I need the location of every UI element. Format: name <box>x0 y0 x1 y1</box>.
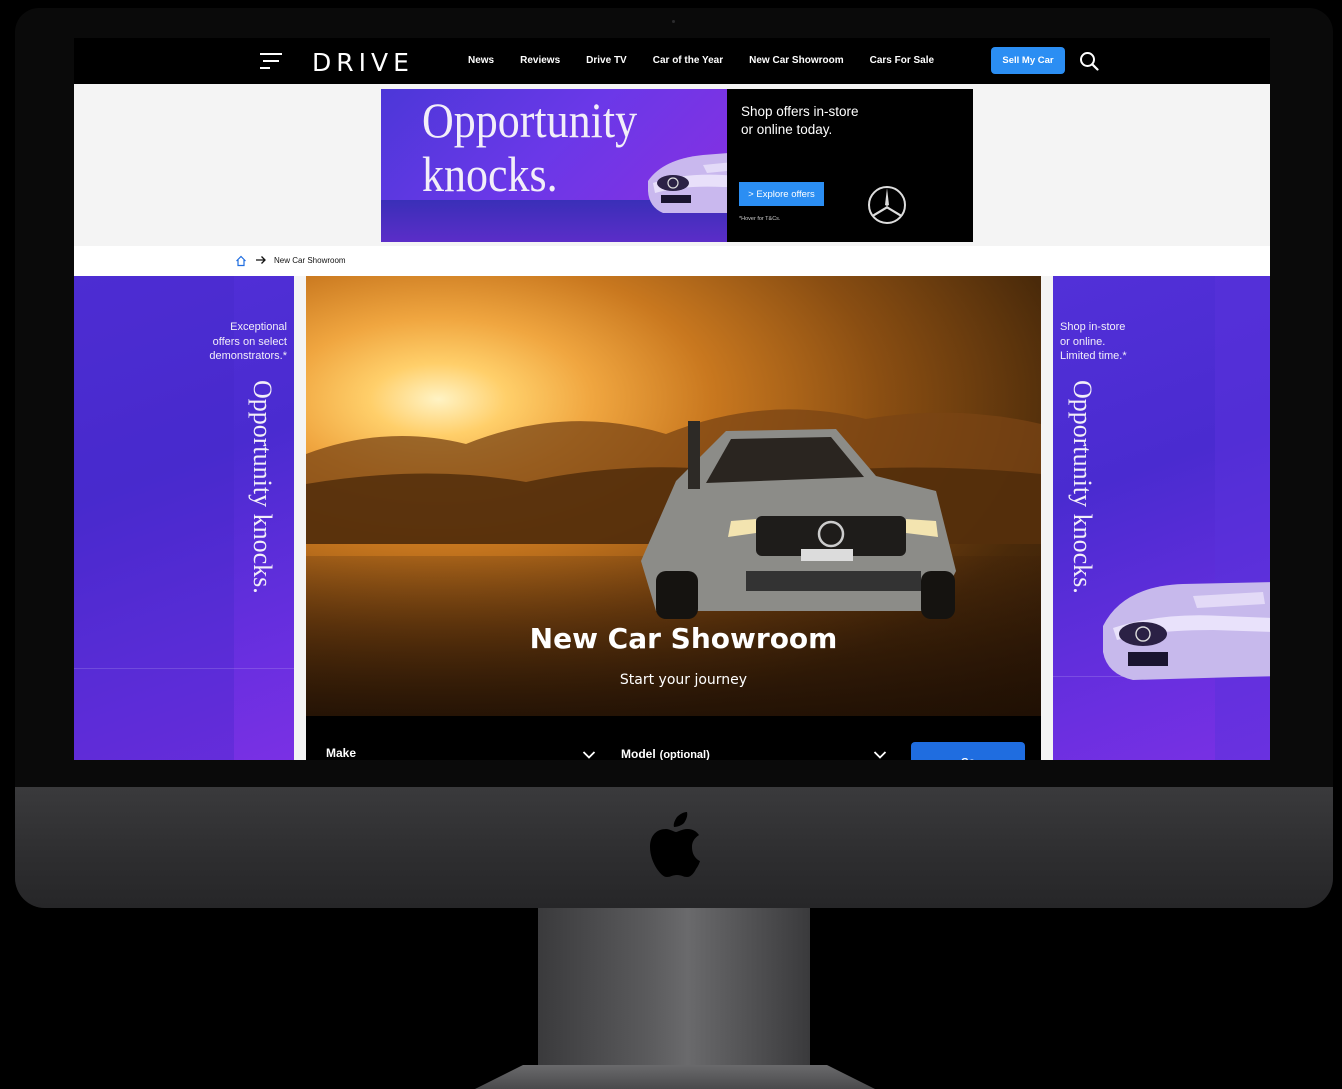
leaderboard-ad-area: Opportunity knocks. Shop offers in-store… <box>74 84 1270 246</box>
mercedes-logo-icon <box>868 186 906 224</box>
explore-offers-button[interactable]: > Explore offers <box>739 182 824 206</box>
nav-reviews[interactable]: Reviews <box>520 55 560 66</box>
breadcrumb-current: New Car Showroom <box>274 256 346 265</box>
ad-tc-note[interactable]: *Hover for T&Cs. <box>739 216 780 222</box>
leaderboard-ad[interactable]: Opportunity knocks. Shop offers in-store… <box>381 89 973 242</box>
menu-icon[interactable] <box>260 53 282 69</box>
camera-dot <box>672 20 675 23</box>
right-ad-copy: Shop in-store or online. Limited time.* <box>1060 320 1127 364</box>
left-ad-copy: Exceptional offers on select demonstrato… <box>209 320 287 364</box>
ad-floor-line <box>74 668 294 669</box>
arrow-right-icon <box>256 256 266 264</box>
browser-viewport: DRIVE News Reviews Drive TV Car of the Y… <box>74 38 1270 760</box>
model-optional-label: (optional) <box>659 749 710 760</box>
left-ad-copy-line1: Exceptional <box>230 321 287 333</box>
ad-headline-line1: Opportunity <box>422 92 638 148</box>
ad-copy-line2: or online today. <box>741 122 833 137</box>
vehicle-search-bar: Make Model(optional) Go <box>306 716 1041 760</box>
hero-subtitle: Start your journey <box>619 672 748 688</box>
ad-copy-line1: Shop offers in-store <box>741 104 859 119</box>
drive-logo[interactable]: DRIVE <box>312 48 414 77</box>
nav-drive-tv[interactable]: Drive TV <box>586 55 627 66</box>
make-select[interactable]: Make <box>326 746 356 760</box>
right-skyscraper-ad[interactable]: Shop in-store or online. Limited time.* … <box>1053 276 1270 760</box>
left-skyscraper-ad[interactable]: Exceptional offers on select demonstrato… <box>74 276 294 760</box>
right-ad-vertical-headline: Opportunity knocks. <box>1068 380 1097 594</box>
hero-title: New Car Showroom <box>529 622 838 655</box>
ad-headline-line2: knocks. <box>422 146 558 202</box>
nav-cars-for-sale[interactable]: Cars For Sale <box>870 55 934 66</box>
breadcrumb: New Car Showroom <box>74 246 1270 276</box>
car-image <box>648 153 727 213</box>
ad-copy: Shop offers in-store or online today. <box>741 103 891 139</box>
nav-news[interactable]: News <box>468 55 494 66</box>
ad-image-panel: Opportunity knocks. <box>381 89 727 242</box>
model-select-label: Model <box>621 747 656 760</box>
search-icon[interactable] <box>1079 51 1099 71</box>
hero-banner: New Car Showroom Start your journey <box>306 276 1041 716</box>
nav-car-of-the-year[interactable]: Car of the Year <box>653 55 723 66</box>
site-header: DRIVE News Reviews Drive TV Car of the Y… <box>74 38 1270 84</box>
main-nav: News Reviews Drive TV Car of the Year Ne… <box>468 55 960 66</box>
apple-logo-icon <box>650 812 700 877</box>
sell-my-car-button[interactable]: Sell My Car <box>991 47 1065 74</box>
car-image <box>1103 582 1270 680</box>
left-ad-vertical-headline: Opportunity knocks. <box>248 380 277 594</box>
right-ad-copy-line3: Limited time.* <box>1060 350 1127 362</box>
right-ad-copy-line2: or online. <box>1060 335 1106 348</box>
left-ad-copy-line3: demonstrators.* <box>209 350 287 362</box>
ad-copy-panel: Shop offers in-store or online today. > … <box>727 89 973 242</box>
truck-image <box>641 421 956 619</box>
model-select[interactable]: Model (optional) <box>621 747 710 760</box>
right-ad-copy-line1: Shop in-store <box>1060 321 1126 333</box>
make-select-label: Make <box>326 746 357 760</box>
monitor-foot <box>475 1065 875 1089</box>
monitor-stand <box>538 908 810 1089</box>
ad-headline: Opportunity knocks. <box>422 93 637 201</box>
left-ad-copy-line2: offers on select <box>212 335 287 348</box>
home-icon[interactable] <box>235 255 247 267</box>
nav-new-car-showroom[interactable]: New Car Showroom <box>749 55 843 66</box>
go-button[interactable]: Go <box>911 742 1025 760</box>
chevron-down-icon[interactable] <box>873 750 887 760</box>
chevron-down-icon[interactable] <box>582 750 596 760</box>
